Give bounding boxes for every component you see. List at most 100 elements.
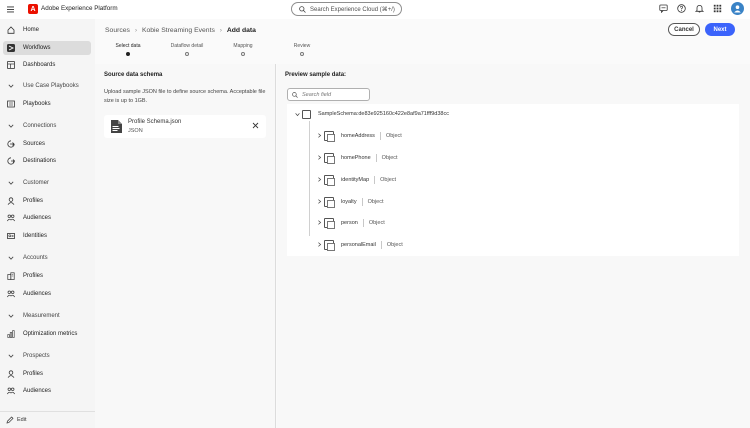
global-search-input[interactable]: Search Experience Cloud (⌘+/) [291, 2, 402, 16]
tree-field-row[interactable]: personalEmail Object [287, 238, 403, 251]
sidebar-section-use-case-playbooks[interactable]: Use Case Playbooks [3, 80, 91, 92]
sidebar-item-customer-profiles[interactable]: Profiles [3, 194, 91, 208]
metrics-icon [7, 330, 15, 338]
breadcrumb-separator-icon: › [219, 27, 222, 34]
sidebar-section-measurement[interactable]: Measurement [3, 310, 91, 322]
sidebar-item-home[interactable]: Home [3, 23, 91, 37]
sidebar-item-prospect-audiences[interactable]: Audiences [3, 384, 91, 398]
field-checkbox[interactable] [324, 152, 335, 164]
sidebar-section-connections[interactable]: Connections [3, 120, 91, 132]
file-type: JSON [128, 128, 143, 134]
sidebar-item-prospect-profiles[interactable]: Profiles [3, 367, 91, 381]
cancel-button[interactable]: Cancel [668, 23, 700, 36]
sidebar-item-customer-audiences[interactable]: Audiences [3, 211, 91, 225]
chevron-right-icon[interactable] [317, 242, 322, 247]
field-checkbox[interactable] [324, 217, 335, 229]
field-divider [375, 153, 377, 162]
field-type: Object [386, 241, 403, 248]
workflow-icon [7, 44, 15, 52]
adobe-logo[interactable]: A [28, 4, 38, 14]
sidebar-section-label: Accounts [23, 255, 48, 261]
sidebar-item-optimization-metrics[interactable]: Optimization metrics [3, 327, 91, 341]
root-checkbox[interactable] [302, 109, 311, 119]
chevron-right-icon[interactable] [317, 220, 322, 225]
sidebar-section-prospects[interactable]: Prospects [3, 350, 91, 362]
sidebar-item-identities[interactable]: Identities [3, 229, 91, 243]
sidebar-item-label: Audiences [23, 215, 52, 221]
field-checkbox[interactable] [324, 239, 335, 251]
building-icon [7, 272, 15, 280]
sidebar-item-label: Destinations [23, 158, 57, 164]
sidebar-item-account-profiles[interactable]: Profiles [3, 269, 91, 283]
close-icon[interactable] [252, 122, 259, 129]
app-title[interactable]: Adobe Experience Platform [41, 5, 118, 12]
apps-grid-icon[interactable] [713, 4, 722, 13]
main-content: Sources › Kobie Streaming Events › Add d… [95, 19, 750, 428]
search-placeholder: Search Experience Cloud (⌘+/) [310, 6, 395, 13]
field-name: person [341, 219, 358, 226]
chevron-right-icon[interactable] [317, 133, 322, 138]
sidebar-section-accounts[interactable]: Accounts [3, 252, 91, 264]
step-indicator [241, 52, 245, 56]
field-checkbox[interactable] [324, 174, 335, 186]
field-name: loyalty [341, 198, 357, 205]
playbook-icon [7, 100, 15, 108]
sidebar-item-label: Workflows [23, 45, 51, 51]
sidebar-item-label: Identities [23, 233, 48, 239]
breadcrumb-separator-icon: › [134, 27, 137, 34]
chevron-down-icon [8, 256, 14, 260]
sidebar-item-workflows[interactable]: Workflows [3, 41, 91, 55]
hamburger-menu-icon[interactable] [7, 6, 14, 13]
sidebar-item-dashboards[interactable]: Dashboards [3, 58, 91, 72]
tree-field-row[interactable]: homeAddress Object [287, 129, 402, 142]
preview-panel: Preview sample data: Search field Sample… [277, 64, 750, 428]
home-icon [7, 26, 15, 34]
preview-title: Preview sample data: [285, 72, 347, 78]
bell-icon[interactable] [695, 4, 704, 13]
sidebar-item-sources[interactable]: Sources [3, 137, 91, 151]
sidebar-edit-button[interactable]: Edit [0, 411, 95, 428]
breadcrumb-kobie-streaming-events[interactable]: Kobie Streaming Events [142, 27, 215, 34]
tree-field-row[interactable]: loyalty Object [287, 195, 384, 208]
tree-field-row[interactable]: person Object [287, 216, 385, 229]
source-schema-title: Source data schema [104, 72, 163, 78]
pencil-icon [6, 416, 14, 424]
tree-field-row[interactable]: homePhone Object [287, 151, 398, 164]
tree-field-row[interactable]: identityMap Object [287, 173, 396, 186]
field-search-input[interactable]: Search field [287, 88, 370, 101]
identities-icon [7, 232, 15, 239]
help-icon[interactable] [677, 4, 686, 13]
destinations-icon [7, 157, 15, 165]
source-schema-description: Upload sample JSON file to define source… [104, 89, 266, 104]
chevron-right-icon[interactable] [317, 199, 322, 204]
sidebar-section-label: Use Case Playbooks [23, 83, 79, 89]
sidebar-item-label: Dashboards [23, 62, 56, 68]
sidebar-item-account-audiences[interactable]: Audiences [3, 287, 91, 301]
uploaded-file-card: Profile Schema.json JSON [104, 115, 266, 138]
avatar[interactable] [731, 2, 744, 15]
audiences-icon [7, 387, 15, 395]
field-checkbox[interactable] [324, 130, 335, 142]
chevron-down-icon [8, 84, 14, 88]
chevron-down-icon [8, 354, 14, 358]
sidebar-item-playbooks[interactable]: Playbooks [3, 97, 91, 111]
chat-icon[interactable] [659, 4, 668, 13]
chevron-right-icon[interactable] [317, 177, 322, 182]
sidebar-section-customer[interactable]: Customer [3, 177, 91, 189]
breadcrumb-sources[interactable]: Sources [105, 27, 130, 34]
sidebar-section-label: Connections [23, 123, 57, 129]
next-button[interactable]: Next [705, 23, 735, 36]
field-divider [380, 240, 382, 249]
sidebar-item-destinations[interactable]: Destinations [3, 154, 91, 168]
search-icon [299, 5, 306, 13]
chevron-right-icon[interactable] [317, 155, 322, 160]
profile-icon [7, 370, 15, 378]
file-name: Profile Schema.json [128, 119, 182, 125]
chevron-down-icon[interactable] [295, 112, 300, 117]
field-checkbox[interactable] [324, 196, 335, 208]
tree-root-row[interactable]: SampleSchema:de83e925160c422e8af9a71fff9… [287, 108, 449, 120]
sidebar-item-label: Home [23, 27, 40, 33]
step-indicator [300, 52, 304, 56]
sidebar-item-label: Audiences [23, 388, 52, 394]
step-label: Review [293, 43, 311, 49]
